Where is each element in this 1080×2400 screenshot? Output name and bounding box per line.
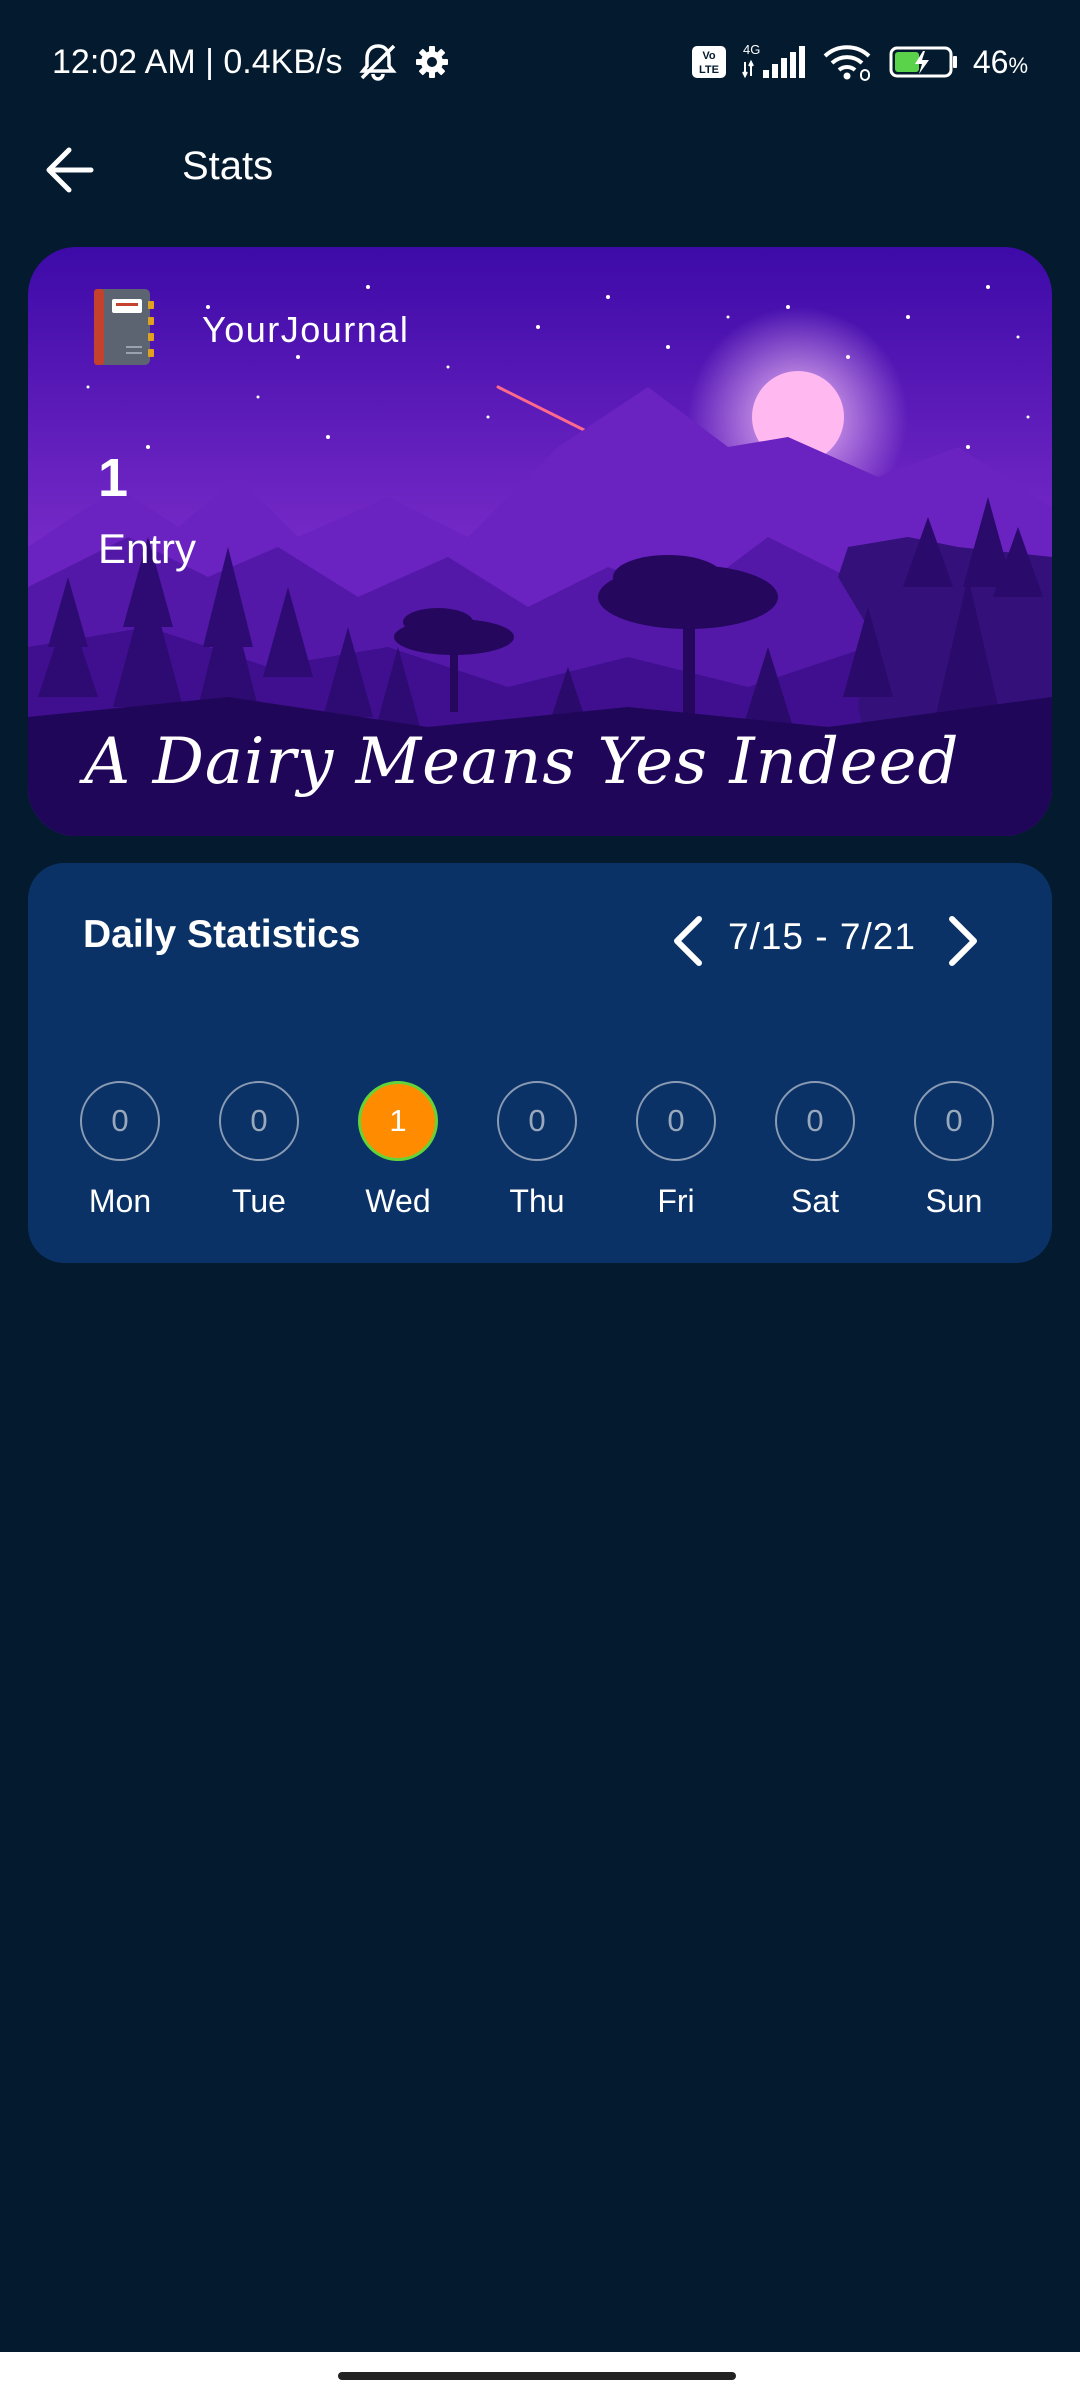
previous-week-button[interactable] [658, 910, 718, 972]
wifi-icon [821, 42, 875, 82]
daily-statistics-card: Daily Statistics 7/15 - 7/21 0 Mon 0 Tue… [28, 863, 1052, 1263]
day-count: 0 [219, 1081, 299, 1161]
day-label: Tue [232, 1183, 286, 1219]
status-left: 12:02 AM | 0.4KB/s [52, 42, 450, 82]
day-sun[interactable]: 0 Sun [894, 1081, 1014, 1220]
day-count: 0 [775, 1081, 855, 1161]
chevron-right-icon [949, 916, 977, 966]
status-time-speed: 12:02 AM | 0.4KB/s [52, 42, 343, 81]
mute-icon [356, 42, 400, 82]
home-indicator[interactable] [338, 2372, 736, 2380]
stats-screen: 12:02 AM | 0.4KB/s Vo LTE 4G 46% Stats Y… [0, 0, 1080, 2400]
day-label: Wed [365, 1183, 431, 1219]
volte-icon: Vo LTE [691, 45, 727, 79]
day-list: 0 Mon 0 Tue 1 Wed 0 Thu 0 Fri 0 Sat 0 Su… [28, 1081, 1052, 1231]
day-thu[interactable]: 0 Thu [477, 1081, 597, 1220]
day-count: 0 [497, 1081, 577, 1161]
svg-text:Vo: Vo [702, 50, 716, 62]
chevron-left-icon [674, 916, 702, 966]
tagline: A Dairy Means Yes Indeed [84, 725, 960, 799]
day-fri[interactable]: 0 Fri [616, 1081, 736, 1220]
gear-icon [414, 44, 450, 80]
status-bar: 12:02 AM | 0.4KB/s Vo LTE 4G 46% [0, 0, 1080, 124]
entry-count: 1 [98, 448, 129, 508]
journal-icon [90, 287, 156, 367]
signal-icon: 4G [741, 42, 807, 82]
day-count: 0 [636, 1081, 716, 1161]
day-tue[interactable]: 0 Tue [199, 1081, 319, 1220]
day-label: Sat [790, 1183, 840, 1219]
back-button[interactable] [40, 140, 100, 200]
day-label: Sun [925, 1183, 983, 1219]
day-label: Mon [88, 1183, 152, 1219]
day-count: 0 [914, 1081, 994, 1161]
status-right: Vo LTE 4G 46% [691, 42, 1028, 82]
svg-text:LTE: LTE [699, 64, 719, 76]
battery-percent: 46 [972, 43, 1009, 80]
stats-title: Daily Statistics [83, 913, 361, 956]
next-week-button[interactable] [933, 910, 993, 972]
app-bar: Stats [0, 124, 1080, 214]
day-mon[interactable]: 0 Mon [60, 1081, 180, 1220]
battery-text: 46% [973, 44, 1028, 81]
battery-icon [889, 45, 959, 79]
day-label: Thu [509, 1183, 565, 1219]
week-range: 7/15 - 7/21 [728, 916, 916, 957]
day-sat[interactable]: 0 Sat [755, 1081, 875, 1220]
battery-unit: % [1008, 52, 1028, 78]
page-title: Stats [182, 144, 274, 188]
day-wed[interactable]: 1 Wed [338, 1081, 458, 1220]
brand-name: YourJournal [202, 309, 410, 350]
network-type-label: 4G [743, 42, 760, 57]
back-arrow-icon [46, 147, 94, 193]
day-count: 0 [80, 1081, 160, 1161]
day-label: Fri [657, 1183, 695, 1219]
journal-summary-card: YourJournal 1 Entry A Dairy Means Yes In… [28, 247, 1052, 836]
entry-label: Entry [98, 525, 197, 572]
day-count: 1 [358, 1081, 438, 1161]
